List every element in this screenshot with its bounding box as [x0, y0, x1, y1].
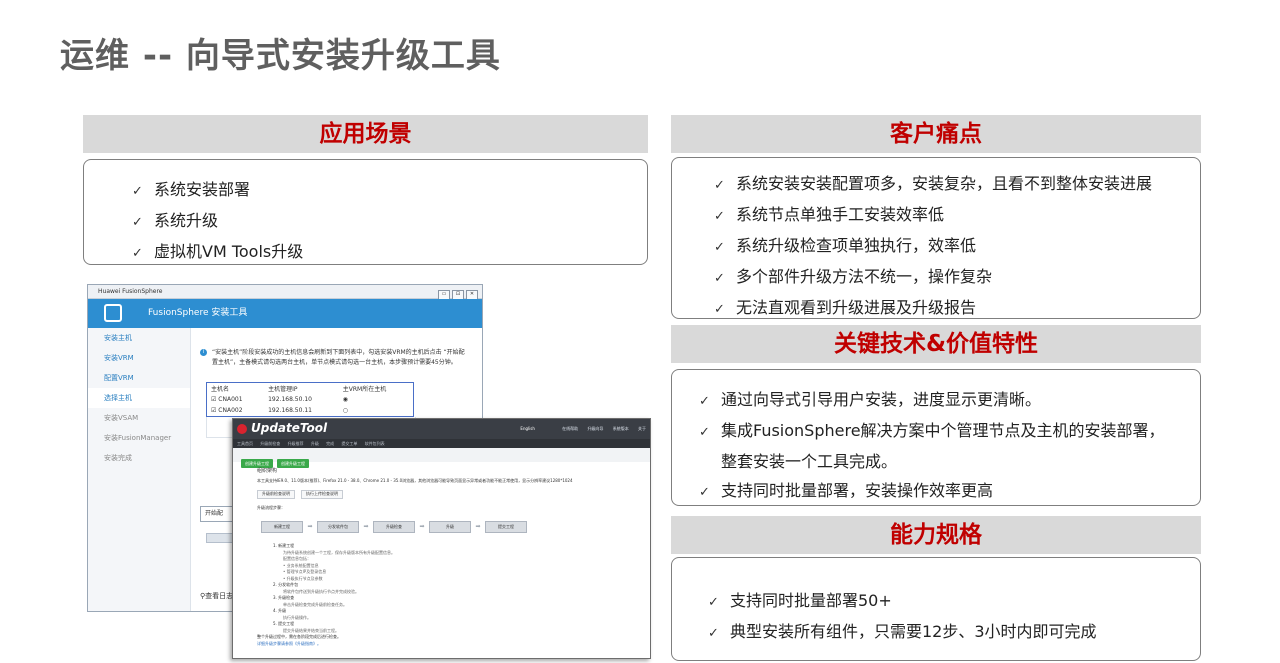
step-item[interactable]: 安装FusionManager: [88, 428, 190, 448]
flow-step[interactable]: 提交工程: [485, 521, 527, 533]
list-item: ✓ 支持同时批量部署，安装操作效率更高: [699, 476, 1165, 507]
scenario-list: ✓ 系统安装部署 ✓ 系统升级 ✓ 虚拟机VM Tools升级: [132, 175, 303, 268]
check-icon: ✓: [132, 246, 143, 261]
nav-item[interactable]: 升级推荐: [288, 441, 304, 446]
check-icon: ✓: [714, 271, 725, 286]
list-item: ✓ 典型安装所有组件，只需要12步、3小时内即可完成: [708, 617, 1097, 648]
list-item: ✓ 系统节点单独手工安装效率低: [714, 200, 1152, 231]
about-link[interactable]: 关于: [638, 426, 646, 431]
primary-radio[interactable]: ◉: [343, 396, 348, 403]
list-item: ✓ 虚拟机VM Tools升级: [132, 237, 303, 268]
updatetool-tabs: 创建升级工程 创建升级工程: [233, 448, 650, 468]
nav-item[interactable]: 完成: [326, 441, 334, 446]
check-icon: ✓: [714, 178, 725, 193]
help-link[interactable]: 在线帮助: [562, 426, 578, 431]
huawei-logo-icon: [237, 424, 247, 434]
list-item-continuation: 整套安装一个工具完成。: [721, 452, 898, 471]
step-item-active[interactable]: 选择主机: [88, 388, 190, 408]
arrow-right-icon: ➡: [307, 523, 313, 530]
upgrade-flow: 新建工程 ➡ 分发软件包 ➡ 升级检查 ➡ 升级 ➡ 提交工程: [261, 521, 626, 533]
nav-item[interactable]: 软件包列表: [365, 441, 385, 446]
updatetool-body: 组织架构 本工具支持IE9.0、11.0版本(推荐)、Firefox 21.0 …: [233, 462, 650, 653]
check-icon: ✓: [699, 425, 710, 440]
nav-item[interactable]: 升级前检查: [260, 441, 280, 446]
language-link[interactable]: English: [520, 426, 534, 431]
pain-points-box: ✓ 系统安装安装配置项多，安装复杂，且看不到整体安装进展 ✓ 系统节点单独手工安装效…: [671, 157, 1201, 319]
capability-list: ✓ 支持同时批量部署50+ ✓ 典型安装所有组件，只需要12步、3小时内即可完成: [708, 586, 1097, 648]
nav-item[interactable]: 升级: [311, 441, 319, 446]
wizard-link[interactable]: 升级向导: [587, 426, 603, 431]
guide-link[interactable]: 详细升级步骤请参照《升级指南》。: [257, 641, 626, 648]
column-header: 主机管理IP: [268, 386, 298, 393]
updatetool-nav: 工具首页 升级前检查 升级推荐 升级 完成 提交工单 软件包列表: [233, 439, 650, 448]
check-icon: ✓: [714, 302, 725, 317]
step-item[interactable]: 安装VRM: [88, 348, 190, 368]
create-project-button[interactable]: 创建升级工程: [277, 459, 309, 468]
check-icon: ✓: [699, 485, 710, 500]
arrow-right-icon: ➡: [475, 523, 481, 530]
scenario-box: ✓ 系统安装部署 ✓ 系统升级 ✓ 虚拟机VM Tools升级: [83, 159, 648, 265]
list-item: ✓ 无法直观看到升级进展及升级报告: [714, 293, 1152, 324]
check-icon: ✓: [714, 209, 725, 224]
arrow-right-icon: ➡: [363, 523, 369, 530]
flow-step[interactable]: 新建工程: [261, 521, 303, 533]
search-link[interactable]: ⚲查看日志: [200, 591, 233, 601]
list-item: ✓ 多个部件升级方法不统一，操作复杂: [714, 262, 1152, 293]
host-table: 主机名 主机管理IP 主VRM所在主机 ☑ CNA001 192.168.50.…: [206, 382, 414, 417]
info-message: i “安装主机”阶段安装成功的主机信息会刷新到下面列表中，勾选安装VRM的主机后…: [200, 348, 467, 368]
flow-step[interactable]: 分发软件包: [317, 521, 359, 533]
list-item: ✓ 通过向导式引导用户安装，进度显示更清晰。: [699, 385, 1165, 416]
steps-detail: 1. 新建工程 为待升级系统创建一个工程，保存升级版本所有升级配置信息。 配置信…: [273, 543, 395, 633]
installer-title: FusionSphere 安装工具: [148, 308, 248, 318]
installer-step-sidebar: 安装主机 安装VRM 配置VRM 选择主机 安装VSAM 安装FusionMan…: [88, 328, 191, 611]
info-icon: i: [200, 349, 207, 356]
check-icon: ✓: [132, 184, 143, 199]
key-tech-heading: 关键技术&价值特性: [671, 325, 1201, 363]
primary-radio[interactable]: ○: [343, 407, 348, 414]
flow-step[interactable]: 升级: [429, 521, 471, 533]
updatetool-brand: UpdateTool: [251, 421, 328, 435]
column-header: 主VRM所在主机: [342, 386, 387, 393]
key-tech-list: ✓ 通过向导式引导用户安装，进度显示更清晰。 ✓ 集成FusionSphere解决方…: [699, 385, 1165, 507]
upload-guide-button[interactable]: 执行上传检查说明: [301, 490, 343, 499]
flow-step[interactable]: 升级检查: [373, 521, 415, 533]
version-link[interactable]: 系统版本: [613, 426, 629, 431]
step-item[interactable]: 安装完成: [88, 448, 190, 468]
capability-box: ✓ 支持同时批量部署50+ ✓ 典型安装所有组件，只需要12步、3小时内即可完成: [671, 557, 1201, 661]
check-icon: ✓: [708, 595, 719, 610]
list-item: ✓ 系统安装部署: [132, 175, 303, 206]
scenario-heading: 应用场景: [83, 115, 648, 153]
create-project-button[interactable]: 创建升级工程: [241, 459, 273, 468]
list-item: ✓ 集成FusionSphere解决方案中个管理节点及主机的安装部署，: [699, 416, 1165, 447]
disk-icon: [104, 304, 122, 322]
list-item: ✓ 系统安装安装配置项多，安装复杂，且看不到整体安装进展: [714, 169, 1152, 200]
pain-points-list: ✓ 系统安装安装配置项多，安装复杂，且看不到整体安装进展 ✓ 系统节点单独手工安装效…: [714, 169, 1152, 324]
check-guide-button[interactable]: 升级前检查说明: [257, 490, 295, 499]
key-tech-box: ✓ 通过向导式引导用户安装，进度显示更清晰。 ✓ 集成FusionSphere解决方…: [671, 369, 1201, 506]
list-item: ✓ 系统升级检查项单独执行，效率低: [714, 231, 1152, 262]
step-item[interactable]: 安装VSAM: [88, 408, 190, 428]
column-header: 主机名: [211, 386, 230, 393]
table-row[interactable]: ☑ CNA001 192.168.50.10 ◉: [207, 394, 414, 405]
check-icon: ✓: [132, 215, 143, 230]
updatetool-screenshot: UpdateTool English 在线帮助 升级向导 系统版本 关于 工具首…: [232, 418, 651, 659]
list-item: ✓ 支持同时批量部署50+: [708, 586, 1097, 617]
pain-points-heading: 客户痛点: [671, 115, 1201, 153]
nav-item[interactable]: 提交工单: [341, 441, 357, 446]
check-icon: ✓: [714, 240, 725, 255]
step-item[interactable]: 配置VRM: [88, 368, 190, 388]
list-item: ✓ 系统升级: [132, 206, 303, 237]
installer-header: FusionSphere 安装工具: [88, 299, 482, 328]
header-links: English 在线帮助 升级向导 系统版本 关于: [520, 426, 646, 432]
capability-heading: 能力规格: [671, 516, 1201, 554]
table-row[interactable]: ☑ CNA002 192.168.50.11 ○: [207, 405, 414, 417]
page-title: 运维 -- 向导式安装升级工具: [60, 36, 501, 76]
nav-item[interactable]: 工具首页: [237, 441, 253, 446]
updatetool-header: UpdateTool English 在线帮助 升级向导 系统版本 关于: [233, 419, 650, 439]
check-icon: ✓: [699, 394, 710, 409]
arrow-right-icon: ➡: [419, 523, 425, 530]
check-icon: ✓: [708, 626, 719, 641]
window-titlebar: Huawei FusionSphere ▭ ⊡ ✕: [88, 285, 482, 300]
step-item[interactable]: 安装主机: [88, 328, 190, 348]
